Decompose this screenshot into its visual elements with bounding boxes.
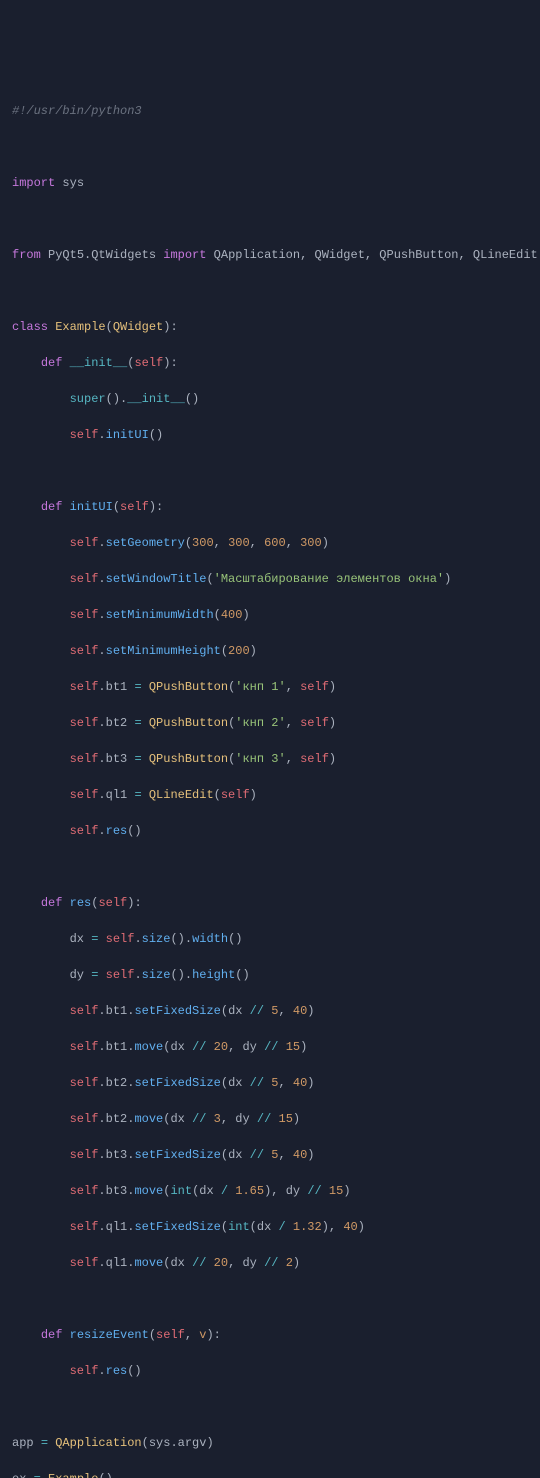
code-line: from PyQt5.QtWidgets import QApplication… (12, 246, 528, 264)
blank-line (12, 858, 528, 876)
code-line: self.ql1.move(dx // 20, dy // 2) (12, 1254, 528, 1272)
code-line: super().__init__() (12, 390, 528, 408)
code-line: import sys (12, 174, 528, 192)
code-line: self.bt2 = QPushButton('кнп 2', self) (12, 714, 528, 732)
blank-line (12, 138, 528, 156)
code-line: self.setMinimumHeight(200) (12, 642, 528, 660)
code-line: dy = self.size().height() (12, 966, 528, 984)
code-line: self.bt1 = QPushButton('кнп 1', self) (12, 678, 528, 696)
code-line: def resizeEvent(self, v): (12, 1326, 528, 1344)
blank-line (12, 1290, 528, 1308)
code-line: self.setGeometry(300, 300, 600, 300) (12, 534, 528, 552)
code-line: ex = Example() (12, 1470, 528, 1478)
code-line: app = QApplication(sys.argv) (12, 1434, 528, 1452)
code-line: class Example(QWidget): (12, 318, 528, 336)
shebang-comment: #!/usr/bin/python3 (12, 104, 142, 118)
code-line: self.bt1.setFixedSize(dx // 5, 40) (12, 1002, 528, 1020)
code-line: self.ql1 = QLineEdit(self) (12, 786, 528, 804)
code-line: self.bt2.setFixedSize(dx // 5, 40) (12, 1074, 528, 1092)
code-line: def res(self): (12, 894, 528, 912)
code-line: self.setWindowTitle('Масштабирование эле… (12, 570, 528, 588)
blank-line (12, 1398, 528, 1416)
code-line: dx = self.size().width() (12, 930, 528, 948)
code-line: self.res() (12, 1362, 528, 1380)
code-line: self.bt3.move(int(dx / 1.65), dy // 15) (12, 1182, 528, 1200)
code-line: self.bt2.move(dx // 3, dy // 15) (12, 1110, 528, 1128)
code-line: self.bt3 = QPushButton('кнп 3', self) (12, 750, 528, 768)
code-line: self.res() (12, 822, 528, 840)
blank-line (12, 210, 528, 228)
code-line: def __init__(self): (12, 354, 528, 372)
code-line: def initUI(self): (12, 498, 528, 516)
blank-line (12, 282, 528, 300)
code-editor: #!/usr/bin/python3 import sys from PyQt5… (12, 84, 528, 1478)
code-line: self.bt1.move(dx // 20, dy // 15) (12, 1038, 528, 1056)
code-line: self.ql1.setFixedSize(int(dx / 1.32), 40… (12, 1218, 528, 1236)
blank-line (12, 462, 528, 480)
code-line: self.initUI() (12, 426, 528, 444)
code-line: self.setMinimumWidth(400) (12, 606, 528, 624)
code-line: #!/usr/bin/python3 (12, 102, 528, 120)
code-line: self.bt3.setFixedSize(dx // 5, 40) (12, 1146, 528, 1164)
